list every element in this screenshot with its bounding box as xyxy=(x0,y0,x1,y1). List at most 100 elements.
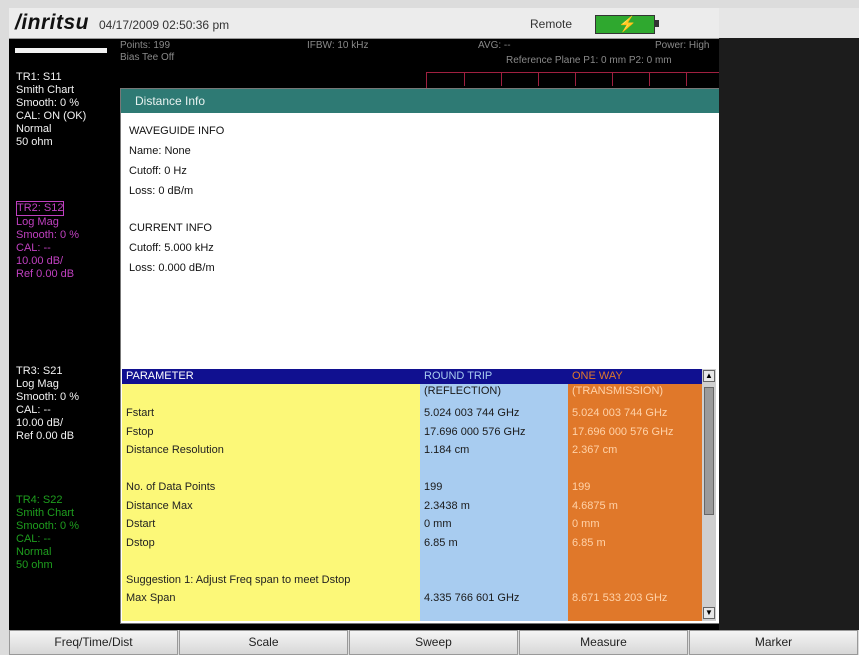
scroll-thumb[interactable] xyxy=(704,387,714,515)
grid-line xyxy=(686,72,687,86)
current-loss: Loss: 0.000 dB/m xyxy=(129,262,215,274)
round-trip-cell: 6.85 m xyxy=(424,536,458,549)
grid-line xyxy=(501,72,502,86)
dialog-title: Distance Info xyxy=(121,89,719,113)
datetime: 04/17/2009 02:50:36 pm xyxy=(99,18,230,32)
trace-3-title: TR3: S21 xyxy=(16,365,63,377)
trace-3-info[interactable]: TR3: S21 Log Mag Smooth: 0 % CAL: -- 10.… xyxy=(16,365,79,443)
softkey-sweep[interactable]: Sweep xyxy=(349,630,518,655)
one-way-cell: 2.367 cm xyxy=(572,444,618,456)
table-scrollbar[interactable]: ▲ ▼ xyxy=(702,369,716,621)
parameter-column: PARAMETER Fstart Fstop Distance Resolution… xyxy=(122,369,420,621)
one-way-cell: 6.85 m xyxy=(572,536,606,549)
trace-3-scale: 10.00 dB/ xyxy=(16,417,64,429)
round-trip-header: ROUND TRIP xyxy=(420,369,568,384)
instrument-screen: /inritsu 04/17/2009 02:50:36 pm Remote ⚡… xyxy=(9,8,719,630)
trace-1-cal: CAL: ON (OK) xyxy=(16,110,87,122)
right-panel-header xyxy=(719,8,859,38)
one-way-subheader: (TRANSMISSION) xyxy=(572,385,664,397)
charging-bolt-icon: ⚡ xyxy=(618,16,637,33)
trace-1-smooth: Smooth: 0 % xyxy=(16,97,79,109)
battery-icon: ⚡ xyxy=(595,15,655,34)
distance-table[interactable]: PARAMETER Fstart Fstop Distance Resolution… xyxy=(122,369,716,621)
one-way-cell: 17.696 000 576 GHz xyxy=(572,425,674,438)
trace-3-ref: Ref 0.00 dB xyxy=(16,430,75,442)
trace-4-impedance: 50 ohm xyxy=(16,559,53,571)
param-cell: Suggestion 1: Adjust Freq span to meet D… xyxy=(126,573,351,586)
trace-4-title: TR4: S22 xyxy=(16,494,63,506)
current-info-header: CURRENT INFO xyxy=(129,222,212,234)
one-way-header: ONE WAY xyxy=(568,369,702,384)
trace-2-format: Log Mag xyxy=(16,216,59,228)
bias-tee-label: Bias Tee Off xyxy=(120,52,175,63)
trace-4-cal: CAL: -- xyxy=(16,533,51,545)
param-cell: Distance Max xyxy=(126,499,193,512)
trace-1-mode: Normal xyxy=(16,123,52,135)
trace-4-info[interactable]: TR4: S22 Smith Chart Smooth: 0 % CAL: --… xyxy=(16,494,79,572)
trace-1-impedance: 50 ohm xyxy=(16,136,53,148)
avg-label: AVG: -- xyxy=(478,40,511,51)
round-trip-cell: 1.184 cm xyxy=(424,444,470,456)
reference-plane-label: Reference Plane P1: 0 mm P2: 0 mm xyxy=(506,55,672,66)
one-way-cell: 0 mm xyxy=(572,518,600,530)
top-status-bar: /inritsu 04/17/2009 02:50:36 pm Remote ⚡ xyxy=(9,8,719,39)
distance-info-dialog[interactable]: Distance Info WAVEGUIDE INFO Name: None … xyxy=(120,88,719,624)
one-way-column: ONE WAY (TRANSMISSION) 5.024 003 744 GHz… xyxy=(568,369,702,621)
round-trip-cell: 0 mm xyxy=(424,518,452,530)
grid-line xyxy=(575,72,576,86)
grid-line xyxy=(538,72,539,86)
one-way-cell: 8.671 533 203 GHz xyxy=(572,592,668,604)
round-trip-column: ROUND TRIP (REFLECTION) 5.024 003 744 GH… xyxy=(420,369,568,621)
round-trip-cell: 2.3438 m xyxy=(424,499,470,512)
grid-line xyxy=(649,72,650,86)
scroll-down-arrow-icon[interactable]: ▼ xyxy=(703,607,715,619)
active-trace-bar xyxy=(15,48,107,53)
one-way-cell: 199 xyxy=(572,481,591,493)
one-way-cell: 5.024 003 744 GHz xyxy=(572,407,668,419)
trace-4-format: Smith Chart xyxy=(16,507,75,519)
trace-1-info[interactable]: TR1: S11 Smith Chart Smooth: 0 % CAL: ON… xyxy=(16,71,86,149)
grid-line xyxy=(612,72,613,86)
round-trip-cell: 5.024 003 744 GHz xyxy=(424,407,520,419)
right-panel xyxy=(719,8,859,630)
current-cutoff: Cutoff: 5.000 kHz xyxy=(129,242,214,254)
trace-4-mode: Normal xyxy=(16,546,52,558)
trace-2-title: TR2: S12 xyxy=(16,201,65,216)
round-trip-cell: 4.335 766 601 GHz xyxy=(424,592,520,604)
ifbw-label: IFBW: 10 kHz xyxy=(307,40,369,51)
scroll-up-arrow-icon[interactable]: ▲ xyxy=(703,370,715,382)
softkey-scale[interactable]: Scale xyxy=(179,630,348,655)
trace-2-ref: Ref 0.00 dB xyxy=(16,268,75,280)
trace-4-smooth: Smooth: 0 % xyxy=(16,520,79,532)
waveguide-name: Name: None xyxy=(129,145,191,157)
trace-1-format: Smith Chart xyxy=(16,84,75,96)
waveguide-loss: Loss: 0 dB/m xyxy=(129,185,194,197)
param-cell: Max Span xyxy=(126,592,176,604)
softkey-bar: Freq/Time/Dist Scale Sweep Measure Marke… xyxy=(9,630,859,655)
waveguide-info-header: WAVEGUIDE INFO xyxy=(129,125,225,137)
trace-2-smooth: Smooth: 0 % xyxy=(16,229,79,241)
power-label: Power: High xyxy=(655,40,710,51)
param-cell: Dstop xyxy=(126,536,155,549)
param-cell: Fstop xyxy=(126,425,154,438)
trace-3-cal: CAL: -- xyxy=(16,404,51,416)
trace-3-format: Log Mag xyxy=(16,378,59,390)
trace-2-scale: 10.00 dB/ xyxy=(16,255,64,267)
softkey-measure[interactable]: Measure xyxy=(519,630,688,655)
param-cell: Dstart xyxy=(126,518,156,530)
grid-line xyxy=(464,72,465,86)
remote-indicator: Remote xyxy=(530,17,573,31)
param-cell: Distance Resolution xyxy=(126,444,224,456)
anritsu-logo: /inritsu xyxy=(15,11,90,34)
trace-1-title: TR1: S11 xyxy=(16,71,62,83)
softkey-freq-time-dist[interactable]: Freq/Time/Dist xyxy=(9,630,178,655)
trace-2-info[interactable]: TR2: S12 Log Mag Smooth: 0 % CAL: -- 10.… xyxy=(16,201,79,281)
points-label: Points: 199 xyxy=(120,40,171,51)
waveguide-cutoff: Cutoff: 0 Hz xyxy=(129,165,187,177)
softkey-marker[interactable]: Marker xyxy=(689,630,858,655)
parameter-header: PARAMETER xyxy=(122,369,420,384)
one-way-cell: 4.6875 m xyxy=(572,499,618,512)
round-trip-cell: 17.696 000 576 GHz xyxy=(424,425,526,438)
round-trip-cell: 199 xyxy=(424,481,443,493)
trace-3-smooth: Smooth: 0 % xyxy=(16,391,79,403)
